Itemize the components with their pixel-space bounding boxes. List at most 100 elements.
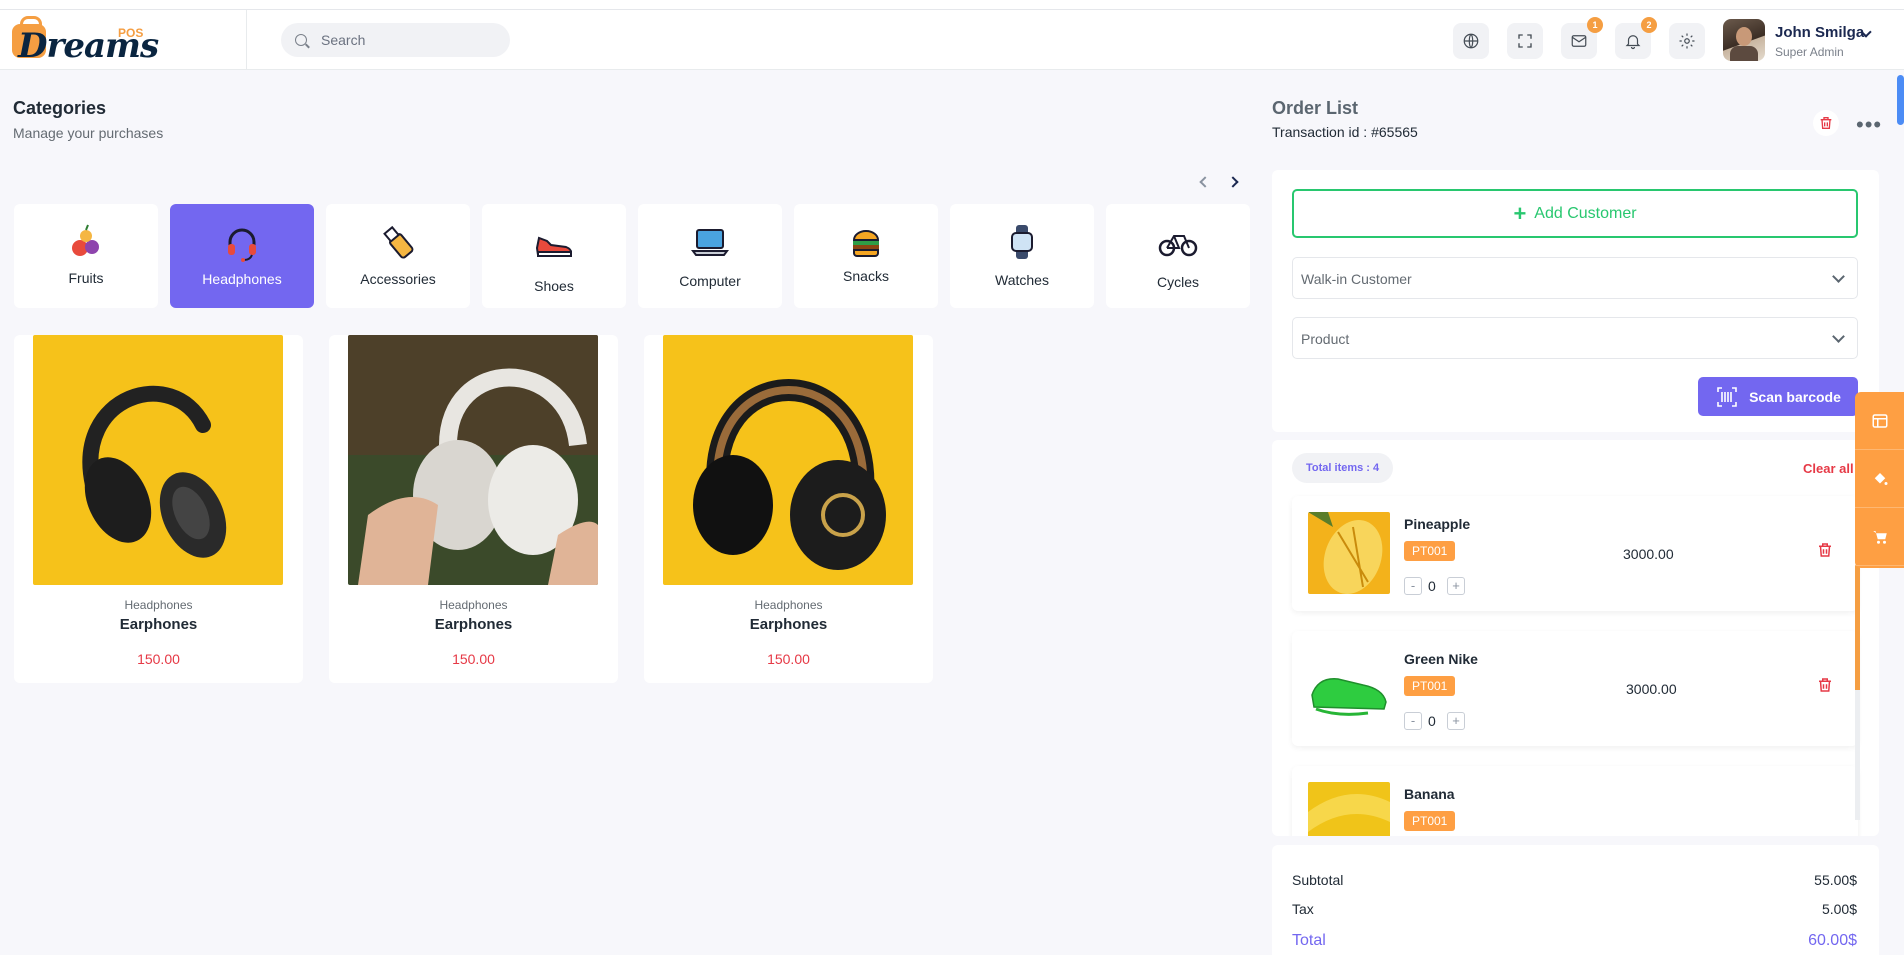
layout-icon (1872, 413, 1887, 428)
order-totals: Subtotal 55.00$ Tax 5.00$ Total 60.00$ (1272, 845, 1879, 955)
category-label: Fruits (68, 270, 104, 286)
scan-barcode-button[interactable]: Scan barcode (1698, 377, 1858, 416)
page-scrollbar[interactable] (1897, 75, 1904, 125)
category-label: Computer (679, 273, 741, 289)
usb-icon (383, 225, 414, 259)
quantity-value[interactable]: 0 (1428, 578, 1436, 594)
mail-icon (1571, 35, 1587, 47)
category-label: Headphones (202, 271, 282, 287)
category-label: Watches (995, 272, 1049, 288)
quantity-increase-button[interactable]: + (1447, 577, 1465, 595)
page-title: Categories (13, 98, 107, 118)
category-shoes[interactable]: Shoes (482, 204, 626, 308)
product-select[interactable]: Product (1292, 317, 1858, 359)
cart-tab[interactable] (1855, 508, 1904, 566)
category-label: Shoes (534, 278, 574, 294)
laptop-icon (691, 229, 729, 256)
bell-icon (1625, 35, 1641, 50)
trash-icon (1820, 117, 1832, 129)
avatar[interactable] (1723, 19, 1765, 61)
total-items-badge: Total items : 4 (1292, 453, 1394, 483)
product-image (33, 335, 283, 585)
item-image (1308, 512, 1390, 594)
items-scrollbar-thumb[interactable] (1855, 565, 1860, 690)
product-price: 150.00 (767, 651, 810, 667)
more-options-icon[interactable]: ••• (1856, 112, 1882, 138)
clear-all-link[interactable]: Clear all (1803, 461, 1854, 476)
category-label: Accessories (360, 271, 436, 287)
cart-icon (1872, 530, 1887, 544)
category-fruits[interactable]: Fruits (14, 204, 158, 308)
headphones-icon (228, 228, 256, 262)
plus-icon: + (1513, 200, 1527, 226)
barcode-icon (1717, 386, 1737, 407)
user-role: Super Admin (1775, 45, 1844, 59)
delete-order-button[interactable] (1813, 110, 1839, 136)
notifications-button[interactable]: 2 (1615, 17, 1657, 59)
order-item: Green Nike PT001 - 0 + 3000.00 (1292, 631, 1858, 746)
fruits-icon (72, 224, 99, 256)
item-name: Green Nike (1404, 651, 1478, 667)
order-item: Banana PT001 (1292, 766, 1858, 836)
product-name: Earphones (434, 616, 513, 633)
item-code-badge: PT001 (1404, 541, 1456, 561)
watch-icon (1011, 225, 1033, 259)
order-list-title: Order List (1272, 98, 1359, 118)
add-customer-button[interactable]: + Add Customer (1292, 189, 1858, 238)
settings-icon (1679, 33, 1695, 49)
subtotal-label: Subtotal (1292, 872, 1344, 888)
quantity-decrease-button[interactable]: - (1404, 712, 1422, 730)
quantity-increase-button[interactable]: + (1447, 712, 1465, 730)
fullscreen-button[interactable] (1507, 23, 1543, 59)
bicycle-icon (1158, 235, 1198, 257)
category-accessories[interactable]: Accessories (326, 204, 470, 308)
transaction-id: Transaction id : #65565 (1272, 124, 1418, 140)
order-item: Pineapple PT001 - 0 + 3000.00 (1292, 496, 1858, 611)
total-label: Total (1292, 932, 1326, 949)
trash-icon[interactable] (1816, 676, 1834, 694)
order-items-panel: Total items : 4 Clear all Pineapple PT00… (1272, 440, 1879, 836)
category-snacks[interactable]: Snacks (794, 204, 938, 308)
settings-button[interactable] (1669, 23, 1705, 59)
theme-tab[interactable] (1855, 450, 1904, 508)
bell-badge: 2 (1641, 17, 1657, 33)
product-card[interactable]: Headphones Earphones 150.00 (644, 335, 933, 683)
paint-bucket-icon (1874, 472, 1887, 485)
carousel-next-button[interactable] (1227, 174, 1243, 190)
carousel-prev-button[interactable] (1197, 174, 1213, 190)
trash-icon[interactable] (1816, 541, 1834, 559)
quantity-value[interactable]: 0 (1428, 713, 1436, 729)
layout-tab[interactable] (1855, 392, 1904, 450)
item-image (1308, 647, 1390, 729)
product-category: Headphones (124, 598, 193, 612)
product-image (663, 335, 913, 585)
mail-button[interactable]: 1 (1561, 17, 1603, 59)
search-box[interactable] (281, 23, 510, 57)
scan-barcode-label: Scan barcode (1749, 388, 1841, 405)
quantity-decrease-button[interactable]: - (1404, 577, 1422, 595)
product-category: Headphones (754, 598, 823, 612)
search-icon (295, 34, 307, 46)
category-cycles[interactable]: Cycles (1106, 204, 1250, 308)
product-card[interactable]: Headphones Earphones 150.00 (14, 335, 303, 683)
item-image (1308, 782, 1390, 836)
category-headphones[interactable]: Headphones (170, 204, 314, 308)
category-computer[interactable]: Computer (638, 204, 782, 308)
top-header: Dreams POS 1 2 John Smilga Super Admin (0, 10, 1904, 70)
logo[interactable]: Dreams POS (0, 10, 247, 70)
shoe-icon (535, 236, 572, 257)
page-subtitle: Manage your purchases (13, 125, 164, 141)
product-image (348, 335, 598, 585)
product-category: Headphones (439, 598, 508, 612)
product-name: Earphones (749, 616, 828, 633)
category-watches[interactable]: Watches (950, 204, 1094, 308)
product-card[interactable]: Headphones Earphones 150.00 (329, 335, 618, 683)
category-label: Snacks (843, 268, 889, 284)
language-button[interactable] (1453, 23, 1489, 59)
user-name[interactable]: John Smilga (1775, 24, 1864, 41)
logo-pos-label: POS (118, 26, 144, 40)
item-price: 3000.00 (1623, 546, 1674, 562)
customer-select[interactable]: Walk-in Customer (1292, 257, 1858, 299)
product-price: 150.00 (137, 651, 180, 667)
search-input[interactable] (321, 31, 491, 49)
